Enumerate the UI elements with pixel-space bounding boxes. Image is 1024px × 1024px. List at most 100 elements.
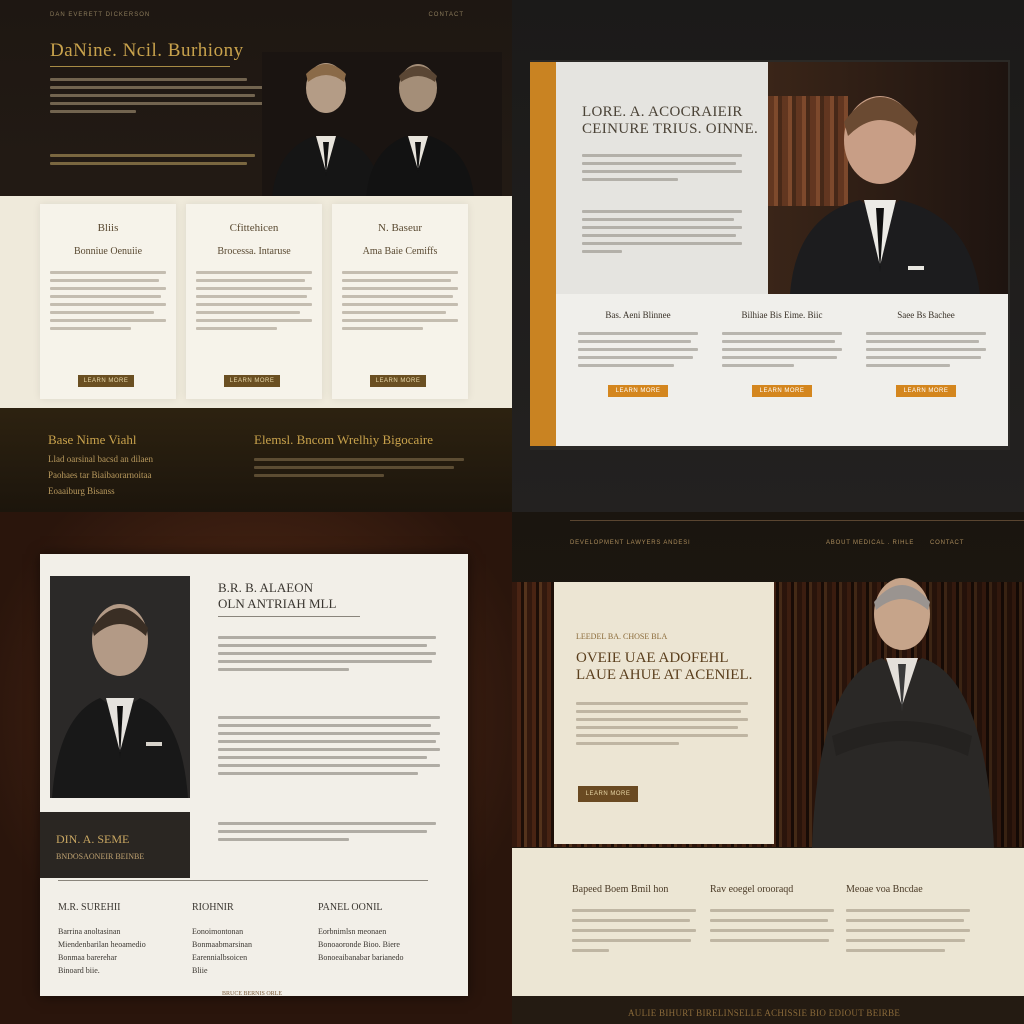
service-description [342,271,458,330]
heading-divider [218,616,360,617]
attorneys-photo [262,52,502,198]
layout-variant-orange-accent: LORE. A. ACOCRAIEIR CEINURE TRIUS. OINNE.… [512,0,1024,512]
footer-left-lines: Llad oarsinal bacsd an dilaen Paohaes ta… [48,452,198,496]
service-card: Saee Bs Bachee LEARN MORE [866,310,986,397]
service-card: Cfittehicen Brocessa. Intaruse LEARN MOR… [186,204,322,399]
service-title: Bliis [97,222,119,234]
service-more-button[interactable]: LEARN MORE [224,375,280,387]
footer-line: Llad oarsinal bacsd an dilaen [48,454,153,464]
service-description [50,271,166,330]
service-title: N. Baseur [378,222,422,234]
service-more-button[interactable]: LEARN MORE [896,385,956,397]
column-item: Earennialbsoicen [192,953,248,962]
name-plate: DIN. A. SEME BNDOSAONEIR BEINBE [40,812,190,878]
service-title: Bilhiae Bis Eime. Biic [741,310,823,320]
column-item: Eonoimontonan [192,927,244,936]
service-description [866,332,986,367]
layout-variant-library: DEVELOPMENT LAWYERS ANDESI ABOUT MEDICAL… [512,512,1024,1024]
service-more-button[interactable]: LEARN MORE [78,375,134,387]
page-footer: BRUCE BERNIS ORLE [222,991,283,997]
footer-right-title: Elemsl. Bncom Wrelhiy Bigocaire [254,432,434,447]
column-item: Bonmaabmarsinan [192,940,252,949]
service-more-button[interactable]: LEARN MORE [752,385,812,397]
column-item: Bonoeaibanabar barianedo [318,953,404,962]
service-card: Bas. Aeni Blinnee LEARN MORE [578,310,698,397]
service-subtitle: Ama Baie Cemiffs [362,246,438,257]
column-title: RIOHNIR [192,902,234,913]
nav-contact-link[interactable]: CONTACT [930,540,964,546]
column-item: Bonoaoronde Bioo. Biere [318,940,400,949]
practice-title: Bapeed Boem Bmil hon [572,884,669,895]
footer-left-title: Base Nime Viahl [48,432,137,447]
column-item: Miendenbarilan heoamedio [58,940,146,949]
service-more-button[interactable]: LEARN MORE [370,375,426,387]
practice-areas: Bapeed Boem Bmil hon Rav eoegel orooraqd… [512,848,1024,996]
practice-description [572,909,696,952]
attorney-role: BNDOSAONEIR BEINBE [56,852,145,861]
layout-variant-paper-profile: DIN. A. SEME BNDOSAONEIR BEINBE B.R. B. … [0,512,512,1024]
service-card: Bilhiae Bis Eime. Biic LEARN MORE [722,310,842,397]
hero-paragraph [576,702,748,745]
column-item: Eorbnimlsn meonaen [318,927,387,936]
title-divider [50,66,230,67]
service-title: Saee Bs Bachee [897,310,955,320]
hero-paragraph [582,210,742,253]
section-divider [58,880,428,881]
service-description [196,271,312,330]
service-card: N. Baseur Ama Baie Cemiffs LEARN MORE [332,204,468,399]
service-subtitle: Brocessa. Intaruse [217,246,291,257]
nav-divider [570,520,1024,521]
footer-right-text [254,458,464,477]
practice-column: Bapeed Boem Bmil hon [572,884,696,952]
column-item: Barrina anoltasinan [58,927,121,936]
column-item: Bonmaa barerehar [58,953,117,962]
nav-links[interactable]: ABOUT MEDICAL . RIHLE [826,540,914,546]
service-description [578,332,698,367]
service-card: Bliis Bonniue Oenuiie LEARN MORE [40,204,176,399]
hero-panel: LORE. A. ACOCRAIEIR CEINURE TRIUS. OINNE. [556,62,768,294]
bio-paragraph [218,636,436,671]
hero-headline: LORE. A. ACOCRAIEIR CEINURE TRIUS. OINNE. [582,104,759,137]
service-title: Bas. Aeni Blinnee [605,310,671,320]
senior-attorney-portrait [812,578,994,848]
nav-brand[interactable]: DAN EVERETT DICKERSON [50,12,150,18]
service-subtitle: Bonniue Oenuiie [73,246,143,257]
footer-line[interactable]: Eoaaiburg Bisanss [48,486,198,496]
nav-contact-link[interactable]: CONTACT [428,12,464,18]
footer-tagline: AULIE BIHURT BIRELINSELLE ACHISSIE BIO E… [628,1008,901,1018]
info-column: PANEL OONIL Eorbnimlsn meonaen Bonoaoron… [318,902,428,962]
services-panel: Bas. Aeni Blinnee LEARN MORE Bilhiae Bis… [556,294,1008,446]
column-item: Binoard biie. [58,966,100,975]
practice-description [846,909,970,952]
footer: Base Nime Viahl Elemsl. Bncom Wrelhiy Bi… [0,408,512,512]
site-title: DaNine. Ncil. Burhiony [50,40,244,61]
intro-paragraph [50,78,264,113]
info-column: RIOHNIR Eonoimontonan Bonmaabmarsinan Ea… [192,902,302,975]
practice-description [710,909,834,942]
column-title: M.R. SUREHII [58,902,121,913]
column-item: Bliie [192,966,208,975]
intro-subtext [50,154,255,165]
hero-cta-button[interactable]: LEARN MORE [578,786,638,802]
practice-column: Rav eoegel orooraqd [710,884,834,942]
hero-kicker: LEEDEL BA. CHOSE BLA [576,632,668,641]
profile-heading: B.R. B. ALAEON OLN ANTRIAH MLL [218,580,337,611]
practice-title: Meoae voa Bncdae [846,884,923,895]
info-column: M.R. SUREHII Barrina anoltasinan Mienden… [58,902,168,975]
service-title: Cfittehicen [229,222,279,234]
bio-paragraph [218,822,436,841]
layout-variant-classic-dark: DAN EVERETT DICKERSON CONTACT DaNine. Nc… [0,0,512,512]
accent-sidebar [530,62,556,446]
attorney-name: DIN. A. SEME [56,832,130,846]
hero-headline: OVEIE UAE ADOFEHL LAUE AHUE AT ACENIEL. [576,650,753,683]
nav-brand[interactable]: DEVELOPMENT LAWYERS ANDESI [570,540,691,546]
attorney-portrait [790,96,980,294]
service-more-button[interactable]: LEARN MORE [608,385,668,397]
practice-column: Meoae voa Bncdae [846,884,970,952]
column-title: PANEL OONIL [318,902,383,913]
practice-title: Rav eoegel orooraqd [710,884,794,895]
footer-line: Paohaes tar Biaibaorarnoitaa [48,470,152,480]
service-description [722,332,842,367]
hero-panel: LEEDEL BA. CHOSE BLA OVEIE UAE ADOFEHL LA… [554,582,774,844]
hero-paragraph [582,154,742,181]
